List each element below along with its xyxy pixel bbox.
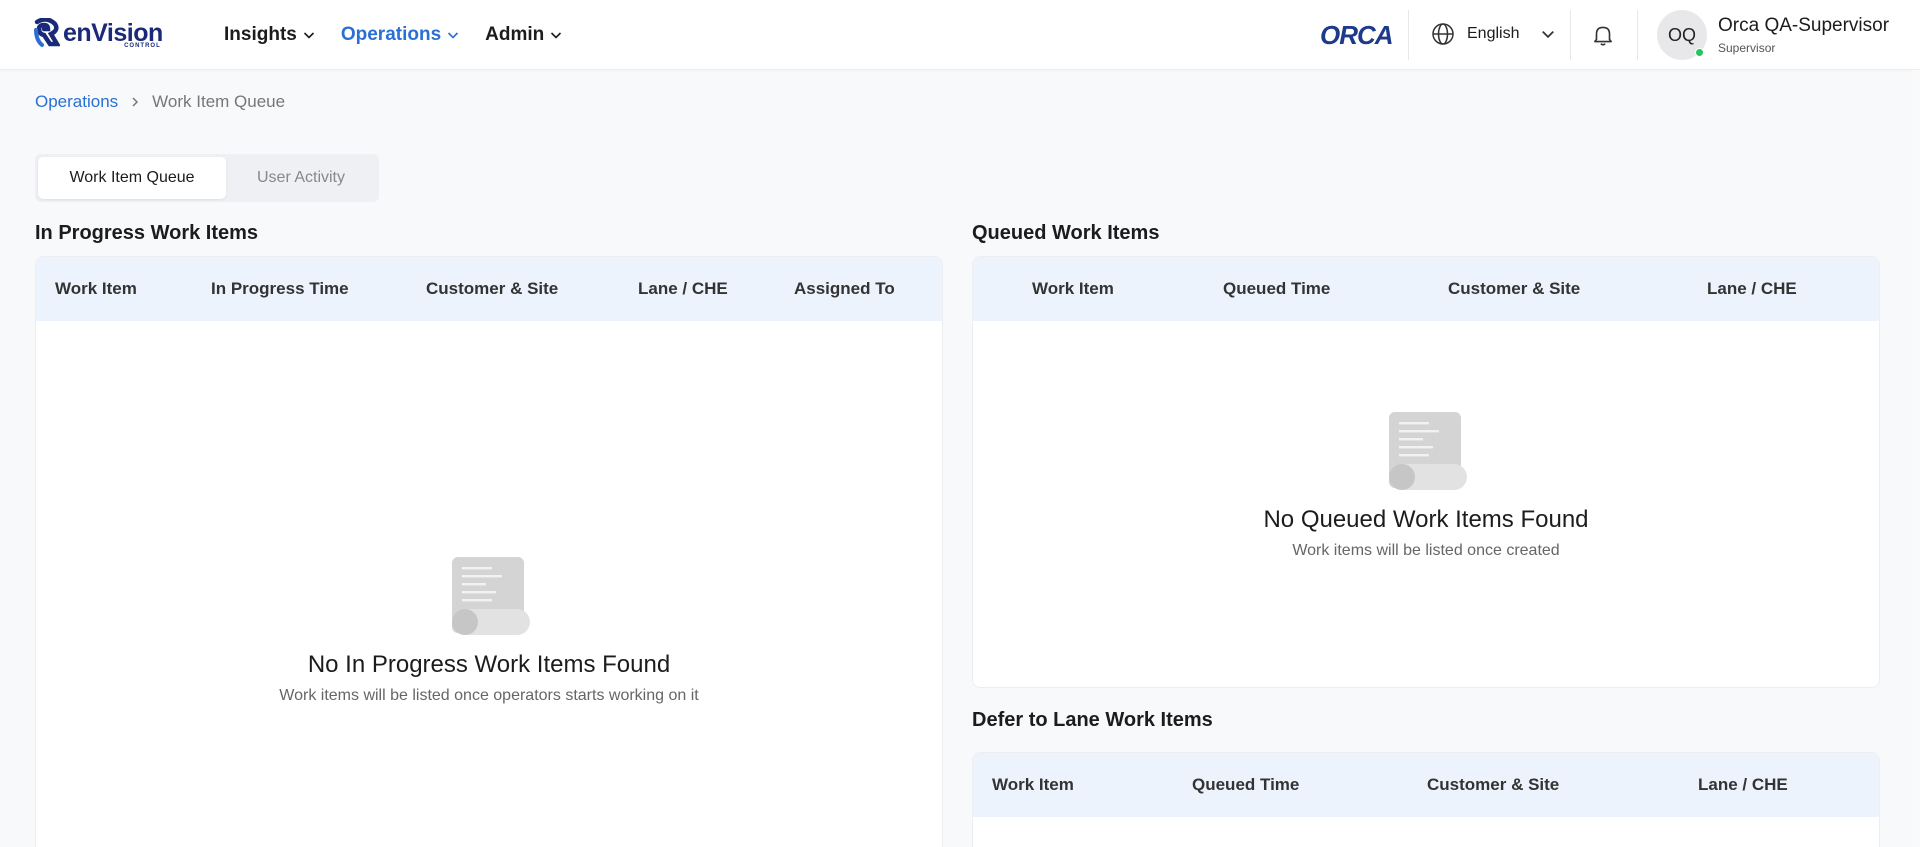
chevron-down-icon [303, 32, 314, 39]
empty-state-title: No In Progress Work Items Found [307, 651, 671, 678]
column-header-lane-che[interactable]: Lane / CHE [638, 279, 728, 299]
nav-item-operations[interactable]: Operations [341, 21, 459, 49]
header-divider [1408, 10, 1409, 60]
column-header-work-item[interactable]: Work Item [992, 775, 1074, 795]
chevron-down-icon [1542, 31, 1555, 39]
column-header-queued-time[interactable]: Queued Time [1192, 775, 1299, 795]
column-header-work-item[interactable]: Work Item [1032, 279, 1114, 299]
nav-item-label: Insights [224, 24, 297, 45]
brand-sub: CONTROL [124, 43, 161, 49]
nav-item-label: Operations [340, 24, 442, 45]
tab-user-activity[interactable]: User Activity [226, 157, 376, 199]
top-navigation-bar: enVision CONTROL Insights Operations Adm… [0, 0, 1920, 70]
language-label: English [1467, 25, 1520, 42]
page-scrollbar[interactable] [1912, 70, 1920, 847]
empty-document-icon [452, 557, 530, 635]
header-divider [1570, 10, 1571, 60]
table-header: Work Item In Progress Time Customer & Si… [36, 257, 942, 321]
column-header-lane-che[interactable]: Lane / CHE [1707, 279, 1797, 299]
queued-table: Work Item Queued Time Customer & Site La… [972, 256, 1880, 688]
queued-title: Queued Work Items [972, 222, 1160, 244]
empty-state-subtitle: Work items will be listed once operators… [279, 687, 699, 704]
language-selector[interactable]: English [1431, 22, 1555, 46]
defer-table: Work Item Queued Time Customer & Site La… [972, 752, 1880, 847]
in-progress-table: Work Item In Progress Time Customer & Si… [35, 256, 943, 847]
header-divider [1637, 10, 1638, 60]
notifications-button[interactable] [1590, 22, 1616, 53]
breadcrumb: Operations Work Item Queue [35, 92, 285, 112]
breadcrumb-link-operations[interactable]: Operations [35, 92, 118, 112]
table-header: Work Item Queued Time Customer & Site La… [973, 753, 1879, 817]
column-header-work-item[interactable]: Work Item [55, 279, 137, 299]
defer-title: Defer to Lane Work Items [972, 709, 1213, 731]
empty-state: No Queued Work Items Found Work items wi… [973, 410, 1879, 560]
column-header-assigned-to[interactable]: Assigned To [794, 279, 895, 299]
column-header-lane-che[interactable]: Lane / CHE [1698, 775, 1788, 795]
in-progress-title: In Progress Work Items [35, 222, 259, 244]
breadcrumb-current: Work Item Queue [152, 92, 286, 111]
view-tabs: Work Item Queue User Activity [35, 154, 379, 202]
chevron-right-icon [132, 97, 139, 107]
empty-document-icon [1389, 412, 1467, 490]
empty-state-title: No Queued Work Items Found [1263, 506, 1589, 533]
nav-item-admin[interactable]: Admin [485, 21, 562, 49]
column-header-customer-site[interactable]: Customer & Site [1448, 279, 1580, 299]
chevron-down-icon [551, 32, 562, 39]
column-header-customer-site[interactable]: Customer & Site [426, 279, 558, 299]
orca-partner-logo: ORCA [1320, 20, 1394, 50]
column-header-in-progress-time[interactable]: In Progress Time [211, 279, 349, 299]
envision-logo-mark-icon [34, 18, 60, 47]
user-name[interactable]: Orca QA-Supervisor [1718, 15, 1889, 37]
empty-state-subtitle: Work items will be listed once created [1292, 542, 1560, 559]
chevron-down-icon [448, 32, 459, 39]
avatar-initials: OQ [1667, 24, 1696, 45]
envision-logo[interactable]: enVision CONTROL [33, 18, 163, 49]
nav-item-label: Admin [485, 24, 545, 45]
bell-icon [1594, 26, 1612, 46]
column-header-queued-time[interactable]: Queued Time [1223, 279, 1330, 299]
online-status-dot [1695, 48, 1704, 57]
main-nav: Insights Operations Admin [224, 21, 588, 49]
globe-icon [1432, 23, 1454, 45]
user-role: Supervisor [1718, 41, 1776, 55]
table-header: Work Item Queued Time Customer & Site La… [973, 257, 1879, 321]
avatar[interactable]: OQ [1657, 10, 1707, 60]
nav-item-insights[interactable]: Insights [224, 21, 315, 49]
empty-state: No In Progress Work Items Found Work ite… [36, 555, 942, 705]
column-header-customer-site[interactable]: Customer & Site [1427, 775, 1559, 795]
tab-work-item-queue[interactable]: Work Item Queue [38, 157, 226, 199]
